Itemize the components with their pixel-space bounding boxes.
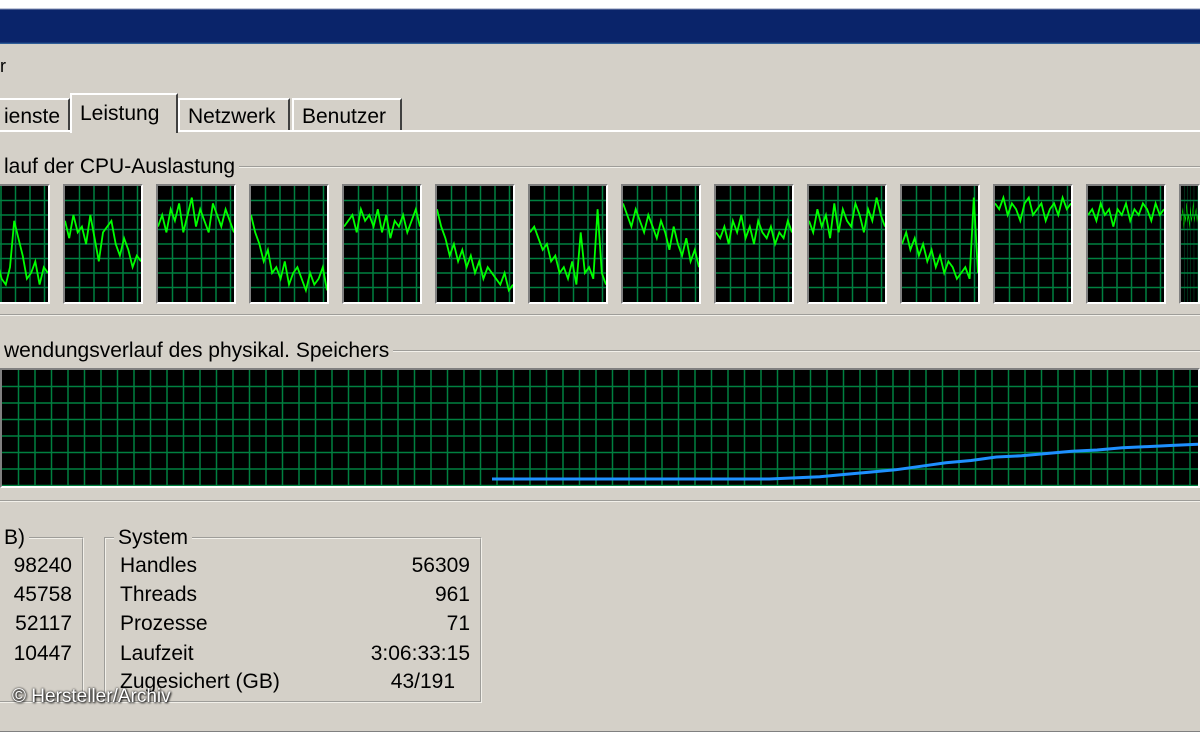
cpu-history-label: lauf der CPU-Auslastung bbox=[0, 155, 240, 179]
cpu-core-graph bbox=[249, 184, 329, 304]
cpu-usage-line bbox=[902, 197, 978, 281]
system-row-label: Handles bbox=[120, 554, 198, 577]
cpu-core-svg bbox=[251, 186, 327, 302]
tab-leistung[interactable]: Leistung bbox=[70, 93, 178, 133]
system-row-value: 3:06:33:15 bbox=[370, 642, 470, 665]
system-row-value: 961 bbox=[434, 583, 470, 606]
system-row-label: Prozesse bbox=[120, 612, 208, 635]
physical-memory-label: B) bbox=[0, 526, 29, 550]
tab-netzwerk[interactable]: Netzwerk bbox=[178, 98, 290, 130]
system-row-label: Threads bbox=[120, 583, 198, 606]
cpu-usage-line bbox=[623, 203, 699, 268]
cpu-core-svg bbox=[158, 186, 234, 302]
cpu-core-svg bbox=[809, 186, 885, 302]
system-row-value: 43/191 bbox=[390, 670, 455, 693]
cpu-usage-line bbox=[809, 197, 885, 239]
memory-graph-svg bbox=[2, 370, 1198, 486]
window-title-bar[interactable] bbox=[0, 0, 1200, 44]
system-row-label: Laufzeit bbox=[120, 642, 194, 665]
physical-memory-value: 10447 bbox=[13, 642, 72, 665]
cpu-core-svg bbox=[65, 186, 141, 302]
cpu-usage-line bbox=[344, 205, 420, 239]
cpu-core-svg bbox=[1088, 186, 1164, 302]
cpu-core-svg bbox=[995, 186, 1071, 302]
physical-memory-row: 98240 bbox=[0, 552, 72, 580]
cpu-core-graph bbox=[1086, 184, 1166, 304]
cpu-core-graph bbox=[435, 184, 515, 304]
system-row-value: 56309 bbox=[411, 554, 470, 577]
cpu-core-svg bbox=[530, 186, 606, 302]
memory-usage-line bbox=[492, 442, 1198, 481]
cpu-usage-line bbox=[437, 208, 513, 293]
physical-memory-value: 98240 bbox=[13, 554, 72, 577]
cpu-core-graph bbox=[0, 184, 50, 304]
cpu-core-svg bbox=[716, 186, 792, 302]
cpu-core-graph bbox=[1179, 184, 1200, 304]
cpu-core-graph bbox=[528, 184, 608, 304]
menu-bar-fragment[interactable]: r bbox=[0, 56, 6, 77]
memory-history-label: wendungsverlauf des physikal. Speichers bbox=[0, 339, 394, 363]
cpu-core-graph bbox=[993, 184, 1073, 304]
system-row-handles: Handles 56309 bbox=[120, 552, 470, 580]
cpu-core-graph bbox=[63, 184, 143, 304]
system-row-value: 71 bbox=[446, 612, 470, 635]
physical-memory-row: 10447 bbox=[0, 640, 72, 668]
cpu-core-svg bbox=[1181, 186, 1198, 302]
cpu-core-svg bbox=[437, 186, 513, 302]
cpu-core-graph bbox=[900, 184, 980, 304]
cpu-core-graph bbox=[156, 184, 236, 304]
memory-history-graph bbox=[0, 368, 1200, 488]
physical-memory-row: 52117 bbox=[0, 610, 72, 638]
cpu-usage-line bbox=[65, 214, 141, 271]
cpu-usage-line bbox=[0, 220, 48, 287]
cpu-core-graph bbox=[807, 184, 887, 304]
cpu-core-svg bbox=[623, 186, 699, 302]
copyright-watermark: © Hersteller/Archiv bbox=[12, 686, 171, 707]
physical-memory-row: 45758 bbox=[0, 581, 72, 609]
tab-dienste[interactable]: ienste bbox=[0, 98, 70, 130]
tab-benutzer[interactable]: Benutzer bbox=[292, 98, 402, 130]
system-row-laufzeit: Laufzeit 3:06:33:15 bbox=[120, 640, 470, 668]
cpu-core-graph bbox=[714, 184, 794, 304]
physical-memory-value: 45758 bbox=[13, 583, 72, 606]
cpu-core-graph bbox=[342, 184, 422, 304]
cpu-core-graph bbox=[621, 184, 701, 304]
cpu-core-svg bbox=[344, 186, 420, 302]
system-row-prozesse: Prozesse 71 bbox=[120, 610, 470, 638]
system-panel-label: System bbox=[114, 526, 193, 550]
cpu-usage-line bbox=[251, 214, 327, 294]
physical-memory-value: 52117 bbox=[15, 612, 72, 635]
cpu-core-svg bbox=[902, 186, 978, 302]
cpu-core-svg bbox=[0, 186, 48, 302]
system-row-threads: Threads 961 bbox=[120, 581, 470, 609]
